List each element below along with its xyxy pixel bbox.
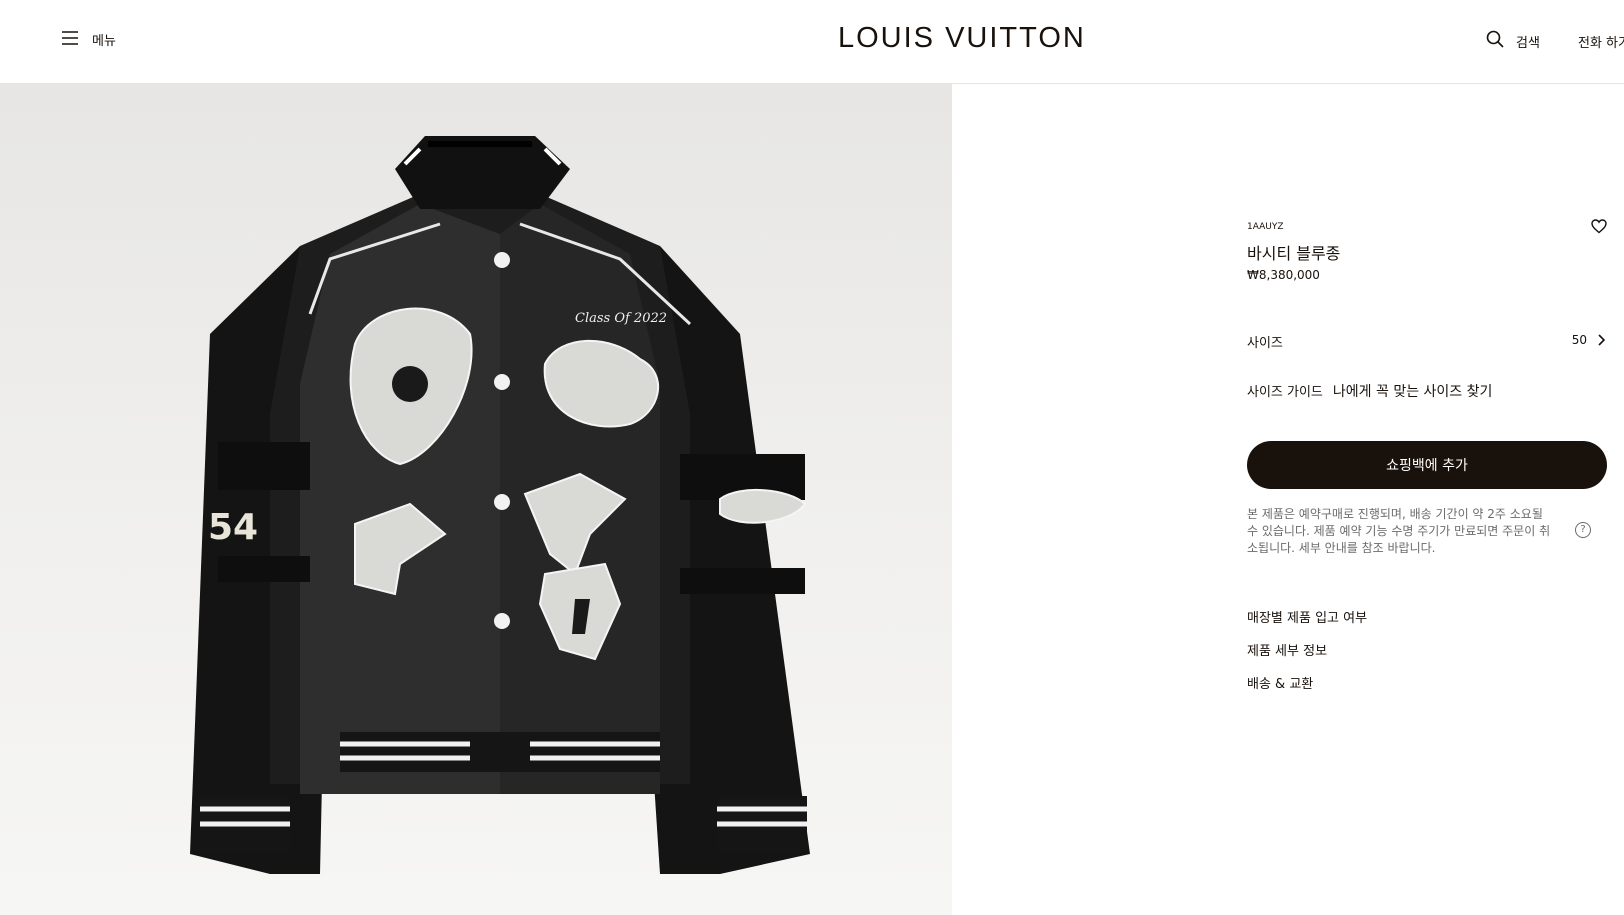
fit-finder-link[interactable]: 나에게 꼭 맞는 사이즈 찾기 (1333, 384, 1492, 400)
class-of-patch-text: Class Of 2022 (575, 311, 667, 326)
preorder-notice: 본 제품은 예약구매로 진행되며, 배송 기간이 약 2주 소요될 수 있습니다… (1247, 507, 1551, 555)
size-label: 사이즈 (1247, 336, 1283, 351)
heart-icon (1591, 219, 1607, 238)
chevron-right-icon (1597, 332, 1607, 351)
size-guide-row: 사이즈 가이드 나에게 꼭 맞는 사이즈 찾기 (1247, 381, 1492, 401)
wishlist-button[interactable] (1591, 219, 1607, 238)
menu-button[interactable]: 메뉴 (62, 30, 116, 49)
search-icon (1486, 30, 1504, 52)
product-sku: 1AAUYZ (1247, 222, 1284, 232)
size-guide-link[interactable]: 사이즈 가이드 (1247, 385, 1323, 400)
delivery-returns-link[interactable]: 배송 & 교환 (1247, 673, 1313, 692)
add-to-bag-button[interactable]: 쇼핑백에 추가 (1247, 441, 1607, 489)
product-price: ₩8,380,000 (1247, 268, 1320, 282)
store-availability-link[interactable]: 매장별 제품 입고 여부 (1247, 607, 1367, 626)
help-icon[interactable]: ? (1575, 522, 1591, 538)
jacket-image: Class Of 2022 54 (190, 136, 810, 874)
search-button[interactable]: 검색 (1486, 30, 1540, 52)
product-name: 바시티 블루종 (1247, 244, 1341, 263)
brand-logo[interactable]: LOUIS VUITTON (838, 22, 1086, 55)
site-header: 메뉴 LOUIS VUITTON 검색 전화 하기 (0, 0, 1624, 84)
menu-label: 메뉴 (92, 34, 116, 49)
product-details-link[interactable]: 제품 세부 정보 (1247, 640, 1327, 659)
size-selector[interactable]: 사이즈 50 (1247, 330, 1607, 354)
size-value: 50 (1571, 333, 1587, 347)
call-button[interactable]: 전화 하기 (1578, 32, 1624, 51)
menu-icon (62, 30, 78, 49)
product-image[interactable]: Class Of 2022 54 (0, 84, 952, 915)
search-label: 검색 (1516, 35, 1540, 51)
sleeve-number-patch: 54 (208, 507, 258, 548)
